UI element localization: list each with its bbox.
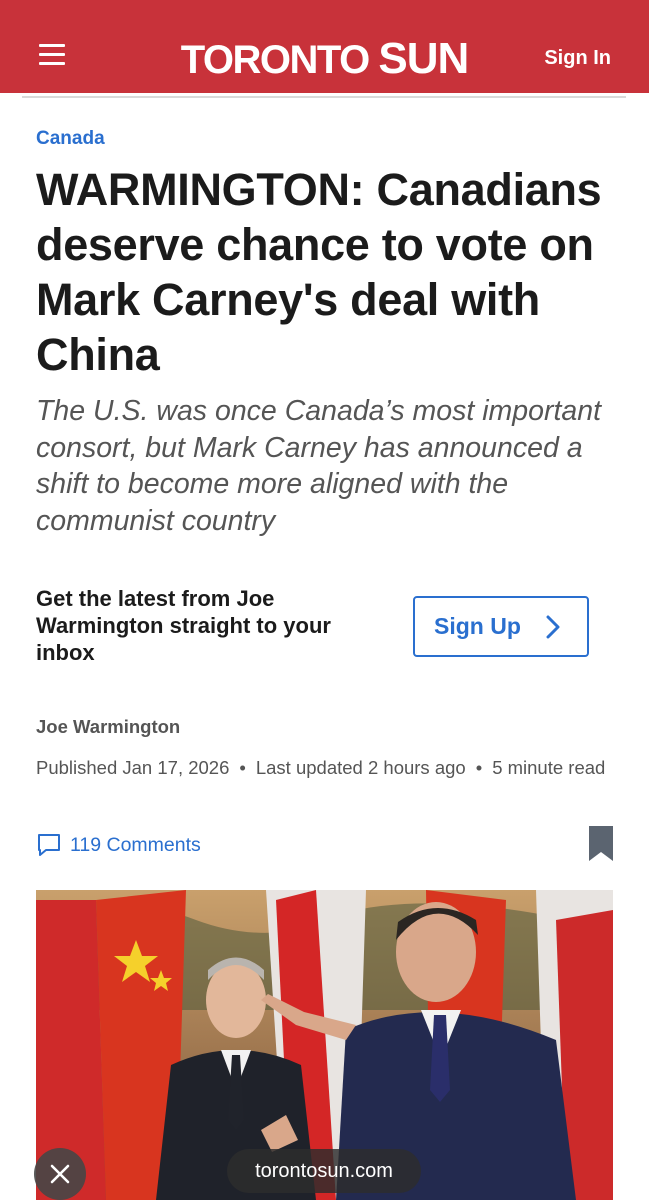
author-link[interactable]: Joe Warmington bbox=[36, 716, 180, 738]
newsletter-prompt: Get the latest from Joe Warmington strai… bbox=[36, 586, 331, 665]
comments-link[interactable]: 119 Comments bbox=[36, 832, 201, 858]
chevron-right-icon bbox=[541, 614, 565, 640]
sign-up-button[interactable]: Sign Up bbox=[413, 596, 589, 657]
bookmark-icon[interactable] bbox=[588, 825, 614, 868]
comments-count: 119 Comments bbox=[70, 833, 201, 856]
meta-separator: • bbox=[475, 757, 483, 778]
last-updated: Last updated 2 hours ago bbox=[255, 757, 466, 778]
url-pill[interactable]: torontosun.com bbox=[227, 1149, 421, 1193]
read-time: 5 minute read bbox=[492, 757, 606, 778]
article-meta: Published Jan 17, 2026 • Last updated 2 ho… bbox=[36, 756, 616, 779]
article-headline: WARMINGTON: Canadians deserve chance to … bbox=[36, 164, 602, 380]
published-date: Published Jan 17, 2026 bbox=[36, 757, 230, 778]
speech-bubble-icon bbox=[38, 834, 60, 856]
section-link[interactable]: Canada bbox=[36, 128, 105, 150]
close-overlay-button[interactable] bbox=[34, 1148, 86, 1200]
sign-in-link[interactable]: Sign In bbox=[544, 47, 611, 70]
header-divider bbox=[22, 96, 626, 98]
article-dek: The U.S. was once Canada’s most importan… bbox=[36, 395, 601, 537]
site-header: TORONTO SUN Sign In bbox=[0, 0, 649, 96]
sign-up-label: Sign Up bbox=[434, 613, 521, 639]
logo-word-sun: SUN bbox=[378, 34, 469, 83]
meta-separator: • bbox=[239, 757, 246, 778]
logo-word-toronto: TORONTO bbox=[180, 38, 371, 82]
close-x-icon bbox=[50, 1164, 70, 1184]
